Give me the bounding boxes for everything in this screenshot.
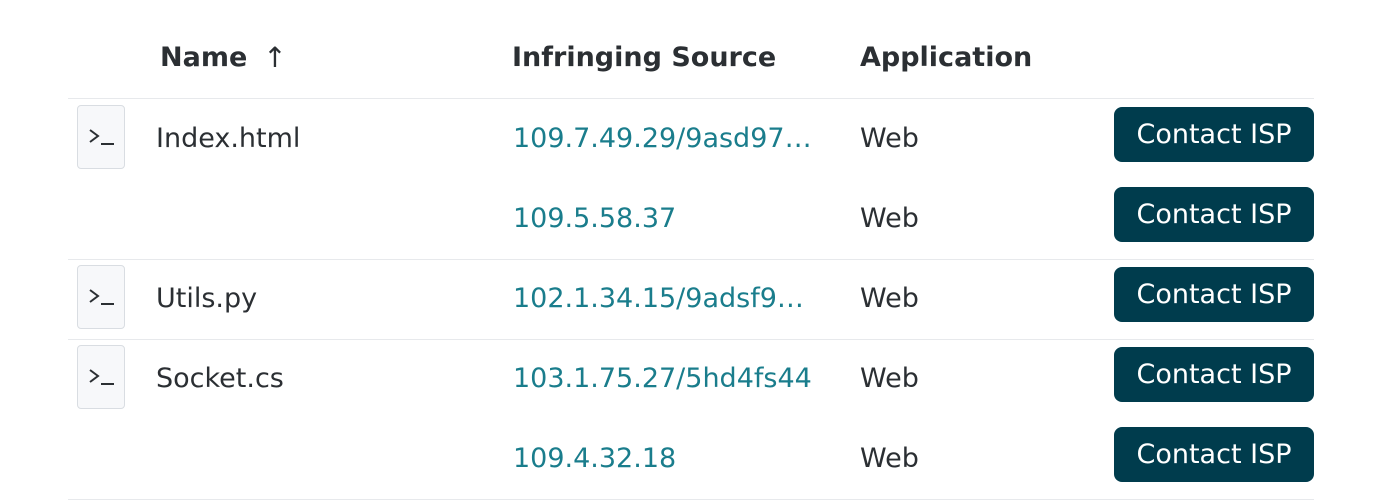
application-value: Web xyxy=(860,363,919,394)
column-header-name-label: Name xyxy=(160,42,248,73)
file-name: Index.html xyxy=(156,123,301,154)
table-row: 109.5.58.37 Web Contact ISP xyxy=(68,179,1314,260)
file-name xyxy=(156,419,486,499)
infringing-source-link[interactable]: 109.4.32.18 xyxy=(513,419,817,499)
table-row: 109.4.32.18 Web Contact ISP xyxy=(68,419,1314,500)
terminal-icon[interactable] xyxy=(77,345,125,409)
arrow-up-icon[interactable]: ↑ xyxy=(263,40,286,76)
column-header-application: Application xyxy=(860,42,1033,73)
contact-isp-button[interactable]: Contact ISP xyxy=(1114,107,1314,162)
contact-isp-button[interactable]: Contact ISP xyxy=(1114,267,1314,322)
infringement-table: Name ↑ Infringing Source Application Inde… xyxy=(68,0,1314,500)
column-header-infringing-source: Infringing Source xyxy=(512,42,777,73)
terminal-icon[interactable] xyxy=(77,105,125,169)
table-row: Index.html 109.7.49.29/9asd97s... Web Co… xyxy=(68,99,1314,179)
column-header-name[interactable]: Name ↑ xyxy=(160,40,287,76)
application-value: Web xyxy=(860,443,919,474)
file-name: Socket.cs xyxy=(156,363,284,394)
contact-isp-button[interactable]: Contact ISP xyxy=(1114,427,1314,482)
application-value: Web xyxy=(860,203,919,234)
infringing-source-link[interactable]: 102.1.34.15/9adsf97as xyxy=(513,259,817,339)
infringing-source-link[interactable]: 109.7.49.29/9asd97s... xyxy=(513,99,817,179)
table-header: Name ↑ Infringing Source Application xyxy=(68,0,1314,99)
table-row: Utils.py 102.1.34.15/9adsf97as Web Conta… xyxy=(68,259,1314,340)
application-value: Web xyxy=(860,123,919,154)
contact-isp-button[interactable]: Contact ISP xyxy=(1114,187,1314,242)
application-value: Web xyxy=(860,283,919,314)
file-name xyxy=(156,179,486,259)
infringing-source-link[interactable]: 103.1.75.27/5hd4fs44 xyxy=(513,339,817,419)
contact-isp-button[interactable]: Contact ISP xyxy=(1114,347,1314,402)
infringing-source-link[interactable]: 109.5.58.37 xyxy=(513,179,817,259)
file-name: Utils.py xyxy=(156,283,258,314)
table-row: Socket.cs 103.1.75.27/5hd4fs44 Web Conta… xyxy=(68,339,1314,419)
terminal-icon[interactable] xyxy=(77,265,125,329)
